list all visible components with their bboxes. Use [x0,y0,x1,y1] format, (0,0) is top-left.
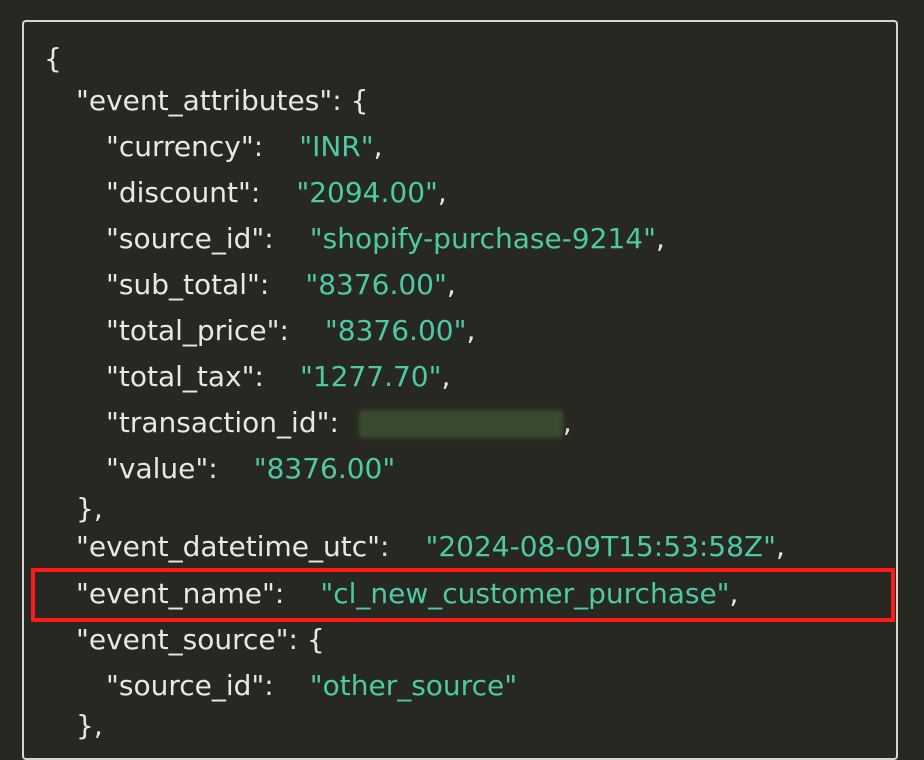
json-line-event-source-id: "source_id": "other_source" [106,663,517,709]
json-key: "discount" [106,176,251,209]
json-tail: , [562,406,572,439]
json-value: "other_source" [309,669,518,702]
json-line-source-id: "source_id": "shopify-purchase-9214", [106,216,665,262]
json-key: "event_datetime_utc" [76,530,381,563]
json-colon: : [332,84,351,117]
json-line-sub-total: "sub_total": "8376.00", [106,262,456,308]
json-value: "8376.00" [324,314,467,347]
json-tail: , [446,268,456,301]
json-line-transaction-id: "transaction_id":, [106,400,572,446]
json-line-total-price: "total_price": "8376.00", [106,308,475,354]
json-line-event-datetime-utc: "event_datetime_utc": "2024-08-09T15:53:5… [76,524,785,570]
json-line-total-tax: "total_tax": "1277.70", [106,354,450,400]
json-line-currency: "currency": "INR", [106,124,383,170]
json-colon: : [250,176,261,209]
json-colon: : [288,623,307,656]
json-value: "INR" [299,130,374,163]
json-key: "sub_total" [106,268,260,301]
json-key: "total_price" [106,314,280,347]
json-tail: , [373,130,383,163]
json-tail: , [655,222,665,255]
json-colon: : [329,406,339,439]
json-close-event-source: }, [76,703,103,749]
json-key: "event_source" [76,623,289,656]
json-colon: : [264,669,274,702]
json-colon: : [264,222,274,255]
json-colon: : [208,452,218,485]
json-key: "currency" [106,130,254,163]
redacted-value-blur [358,410,563,438]
json-line-event-attributes: "event_attributes": { [76,78,368,124]
json-colon: : [279,314,289,347]
json-tail: , [441,360,451,393]
json-key: "event_attributes" [76,84,333,117]
json-line-value: "value": "8376.00" [106,446,395,492]
json-key: "source_id" [106,222,265,255]
open-brace: { [44,42,62,75]
json-value: "8376.00" [253,452,396,485]
json-value: "1277.70" [299,360,442,393]
json-value: "2094.00" [296,176,438,209]
json-key: "transaction_id" [106,406,330,439]
json-tail: }, [76,709,103,742]
json-open-brace: { [44,36,62,82]
json-tail: , [437,176,447,209]
json-tail: { [306,623,325,656]
json-tail: , [776,530,785,563]
json-value: "8376.00" [305,268,447,301]
json-tail: { [350,84,369,117]
json-value: "2024-08-09T15:53:58Z" [425,530,776,563]
json-key: "value" [106,452,209,485]
json-tail: , [466,314,476,347]
json-tail: }, [76,492,103,525]
json-key: "total_tax" [106,360,255,393]
event-name-highlight-box [31,568,895,622]
json-key: "source_id" [106,669,265,702]
json-colon: : [380,530,390,563]
json-line-discount: "discount": "2094.00", [106,170,447,216]
json-line-event-source: "event_source": { [76,617,325,663]
json-colon: : [253,130,264,163]
json-colon: : [254,360,264,393]
json-colon: : [259,268,270,301]
json-value: "shopify-purchase-9214" [309,222,656,255]
